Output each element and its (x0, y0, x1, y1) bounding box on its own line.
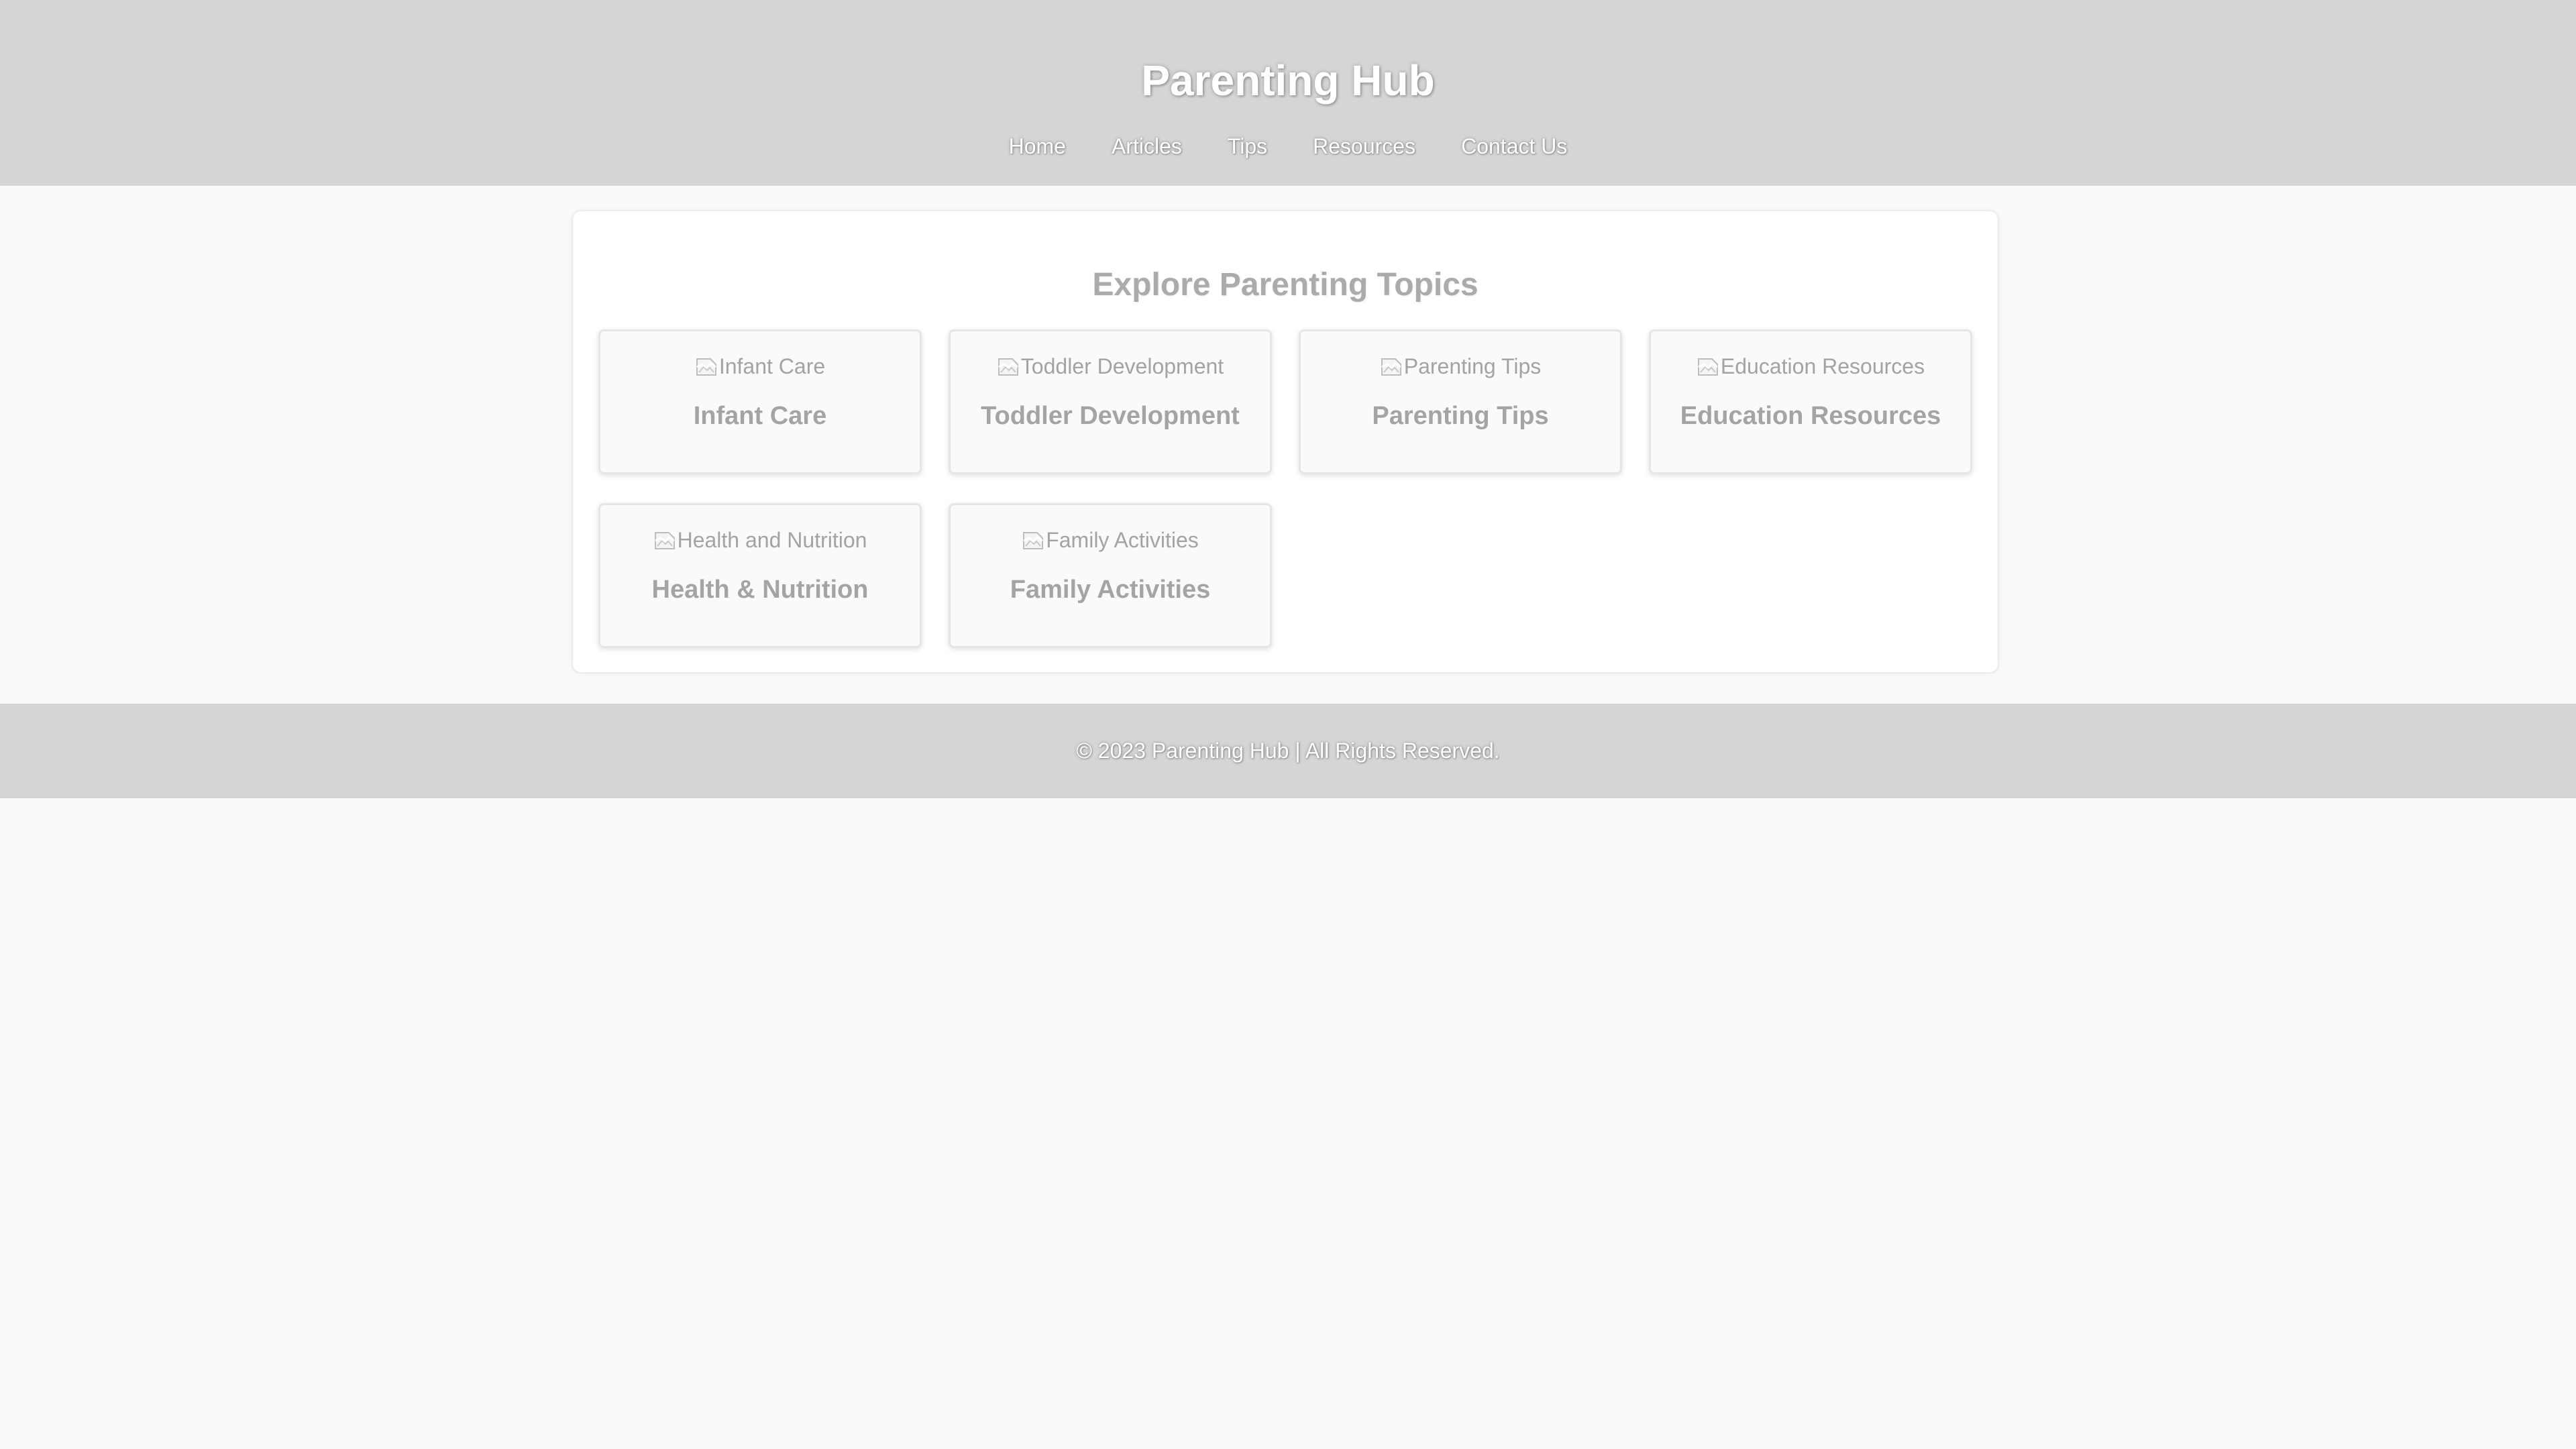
broken-image-icon (1380, 355, 1403, 378)
topic-image-alt-text: Family Activities (1046, 528, 1199, 552)
topics-panel: Explore Parenting Topics Infant Care Inf… (572, 210, 1999, 674)
broken-image-icon (695, 355, 718, 378)
topic-image-alt-text: Toddler Development (1020, 354, 1224, 378)
nav-link-resources[interactable]: Resources (1313, 133, 1415, 160)
topic-image: Family Activities (951, 525, 1270, 555)
nav-link-home[interactable]: Home (1009, 133, 1066, 160)
main-nav: Home Articles Tips Resources Contact Us (0, 133, 2576, 160)
broken-image-icon (997, 355, 1020, 378)
topic-image: Parenting Tips (1301, 352, 1620, 381)
topic-name: Family Activities (1010, 576, 1211, 604)
topic-name: Toddler Development (981, 402, 1240, 430)
topic-card-family-activities[interactable]: Family Activities Family Activities (949, 503, 1272, 648)
topic-image-alt-text: Health and Nutrition (677, 528, 867, 552)
broken-image-icon (1022, 529, 1044, 551)
topic-name: Health & Nutrition (651, 576, 869, 604)
site-title: Parenting Hub (1141, 56, 1435, 105)
topic-name: Parenting Tips (1372, 402, 1549, 430)
topic-image: Toddler Development (951, 352, 1270, 381)
topic-image-alt-text: Parenting Tips (1403, 354, 1542, 378)
topic-image: Health and Nutrition (600, 525, 920, 555)
topic-card-education-resources[interactable]: Education Resources Education Resources (1649, 329, 1972, 474)
topic-card-infant-care[interactable]: Infant Care Infant Care (598, 329, 922, 474)
broken-image-icon (653, 529, 676, 551)
copyright-text: © 2023 Parenting Hub | All Rights Reserv… (1076, 739, 1500, 763)
topic-image: Infant Care (600, 352, 920, 381)
topic-card-toddler-development[interactable]: Toddler Development Toddler Development (949, 329, 1272, 474)
site-header: Parenting Hub Home Articles Tips Resourc… (0, 0, 2576, 186)
section-title: Explore Parenting Topics (1092, 267, 1479, 303)
nav-link-articles[interactable]: Articles (1112, 133, 1182, 160)
topic-image-alt-text: Infant Care (718, 354, 826, 378)
topic-name: Infant Care (693, 402, 827, 430)
topic-card-health-nutrition[interactable]: Health and Nutrition Health & Nutrition (598, 503, 922, 648)
nav-link-tips[interactable]: Tips (1228, 133, 1267, 160)
site-footer: © 2023 Parenting Hub | All Rights Reserv… (0, 704, 2576, 798)
topic-name: Education Resources (1680, 402, 1941, 430)
topic-image: Education Resources (1651, 352, 1970, 381)
topic-card-parenting-tips[interactable]: Parenting Tips Parenting Tips (1299, 329, 1622, 474)
nav-link-contact-us[interactable]: Contact Us (1461, 133, 1567, 160)
broken-image-icon (1697, 355, 1719, 378)
topic-image-alt-text: Education Resources (1720, 354, 1925, 378)
